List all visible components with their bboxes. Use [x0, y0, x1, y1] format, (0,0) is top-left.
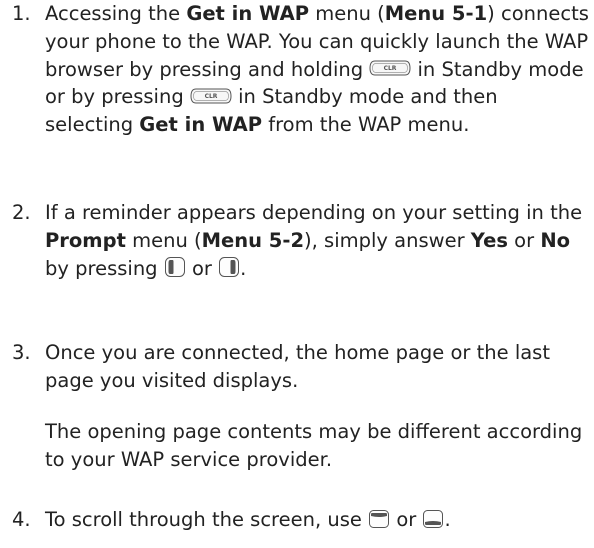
clr-key-icon: CLR: [369, 60, 411, 76]
step-text: To scroll through the screen, use or .: [45, 508, 451, 531]
step-number: 4.: [12, 508, 31, 531]
step-text: Once you are connected, the home page or…: [45, 341, 550, 392]
svg-text:CLR: CLR: [204, 93, 217, 100]
step-text: If a reminder appears depending on your …: [45, 201, 583, 280]
step-number: 2.: [12, 201, 31, 224]
step-number: 1.: [12, 2, 31, 25]
up-navigation-key-icon: [368, 509, 390, 529]
right-soft-key-icon: [218, 256, 240, 278]
step-note: The opening page contents may be differe…: [45, 420, 583, 471]
step-text: Accessing the Get in WAP menu (Menu 5-1)…: [45, 2, 589, 137]
svg-text:CLR: CLR: [384, 65, 397, 72]
step-number: 3.: [12, 341, 31, 364]
down-navigation-key-icon: [422, 509, 444, 529]
clr-key-icon: CLR: [190, 88, 232, 104]
left-soft-key-icon: [164, 256, 186, 278]
